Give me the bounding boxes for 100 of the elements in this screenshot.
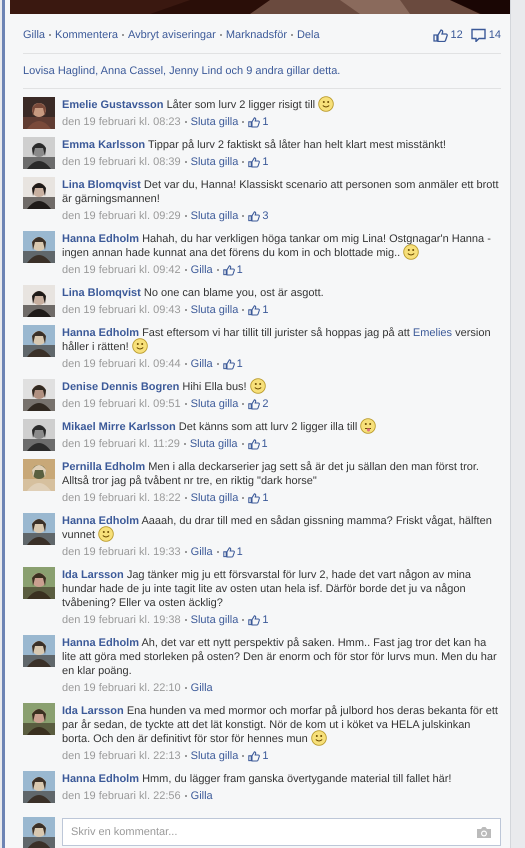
like-count: 1 [262, 749, 268, 763]
smiley-icon [132, 338, 148, 354]
timestamp: den 19 februari kl. 18:22 [62, 491, 181, 505]
timestamp: den 19 februari kl. 09:43 [62, 303, 181, 317]
action-link[interactable]: Gilla [23, 29, 46, 41]
timestamp: den 19 februari kl. 22:56 [62, 789, 181, 803]
timestamp: den 19 februari kl. 09:29 [62, 209, 181, 223]
comment-text: Lina Blomqvist No one can blame you, ost är asgott. [62, 286, 325, 300]
comment-text: Hanna Edholm Hmm, du lägger fram ganska övertygande material till fallet här! [62, 772, 452, 786]
like-icon [248, 398, 260, 410]
action-link[interactable]: Marknadsför [226, 29, 287, 41]
author-name[interactable]: Hanna Edholm [62, 637, 140, 649]
like-count: 2 [262, 397, 268, 411]
comment-text: Pernilla Edholm Men i alla deckarserier jag sett så är det ju sällan den man först tror. Alltså tror jag på tvåbent nr tre, en riktig "dark horse" [62, 460, 480, 488]
like-link[interactable]: Sluta gilla [190, 115, 238, 129]
like-icon [248, 614, 260, 626]
like-link[interactable]: Gilla [190, 357, 213, 371]
like-link[interactable]: Gilla [190, 789, 213, 803]
like-count: 1 [262, 115, 268, 129]
comment-text: Ida Larsson Ena hunden va med mormor och morfar på julbord hos deras bekanta för ett par år sedan, de tyckte att det lät konstigt. Nör de kom ut i köket va HELA julskinkan borta. Och den är definitivt för stor för hennes mun [62, 704, 499, 746]
comment-text: Hanna Edholm Aaaah, du drar till med en sådan gissning mamma? Friskt vågat, hälften vunnet [62, 514, 493, 542]
author-name[interactable]: Hanna Edholm [62, 515, 140, 527]
like-count: 1 [262, 491, 268, 505]
comment-text: Hanna Edholm Fast eftersom vi har tillit till jurister så hoppas jag på att Emelies version håller i rätten! [62, 326, 492, 354]
author-name[interactable]: Hanna Edholm [62, 773, 140, 785]
smiley-icon [318, 96, 334, 112]
like-icon [222, 546, 235, 558]
author-name[interactable]: Ida Larsson [62, 705, 124, 717]
author-name[interactable]: Ida Larsson [62, 569, 124, 581]
author-name[interactable]: Emelie Gustavsson [62, 99, 164, 111]
comment-text: Emma Karlsson Tippar på lurv 2 faktiskt så låter han helt klart mest misstänkt! [62, 138, 447, 152]
like-count: 1 [262, 303, 268, 317]
comment-text: Denise Dennis Bogren Hihi Ella bus! [62, 380, 501, 394]
smiley-icon [310, 730, 327, 746]
like-link[interactable]: Sluta gilla [190, 303, 238, 317]
like-count: 1 [236, 357, 243, 371]
timestamp: den 19 februari kl. 09:44 [62, 357, 181, 371]
comment-text: Mikael Mirre Karlsson Det känns som att lurv 2 ligger illa till [62, 420, 501, 434]
camera-icon [476, 826, 492, 839]
like-icon [248, 210, 260, 222]
comment-text: Lina Blomqvist Det var du, Hanna! Klassiskt scenario att personen som anmäler ett brott är gärningsmannen! [62, 178, 500, 206]
like-icon [248, 438, 260, 450]
like-link[interactable]: Gilla [190, 263, 213, 277]
like-link[interactable]: Gilla [190, 681, 213, 695]
action-link[interactable]: Kommentera [55, 29, 118, 41]
like-link[interactable]: Sluta gilla [190, 397, 238, 411]
author-name[interactable]: Denise Dennis Bogren [62, 381, 180, 393]
author-name[interactable]: Hanna Edholm [62, 327, 140, 339]
like-icon [248, 156, 260, 168]
author-name[interactable]: Mikael Mirre Karlsson [62, 421, 176, 433]
author-name[interactable]: Lina Blomqvist [62, 287, 141, 299]
like-icon [222, 358, 235, 370]
author-name[interactable]: Hanna Edholm [62, 233, 140, 245]
like-link[interactable]: Sluta gilla [190, 209, 238, 223]
like-icon [248, 304, 260, 316]
like-link[interactable]: Sluta gilla [190, 613, 238, 627]
like-icon [432, 28, 448, 42]
comment-text: Emelie Gustavsson Låter som lurv 2 ligger risigt till [62, 98, 501, 112]
like-count: 3 [262, 209, 268, 223]
comment-input[interactable]: Skriv en kommentar... [62, 818, 501, 846]
action-link[interactable]: Dela [296, 29, 320, 41]
comment-count: 14 [488, 29, 501, 41]
like-icon [222, 264, 235, 276]
smiley-icon [403, 244, 420, 260]
timestamp: den 19 februari kl. 08:39 [62, 155, 181, 169]
comment-text: Ida Larsson Jag tänker mig ju ett försvarstal för lurv 2, hade det vart någon av mina hundar hade de ju inte tagit lite av osten utan hela isf. Därför borde det ju va någon tvåbening? Eller va osten äcklig? [62, 568, 472, 610]
timestamp: den 19 februari kl. 22:10 [62, 681, 181, 695]
like-count: 1 [262, 437, 268, 451]
timestamp: den 19 februari kl. 08:23 [62, 115, 181, 129]
author-name[interactable]: Lina Blomqvist [62, 179, 141, 191]
timestamp: den 19 februari kl. 09:42 [62, 263, 181, 277]
like-icon [248, 750, 260, 762]
like-count: 1 [236, 545, 243, 559]
like-link[interactable]: Sluta gilla [190, 491, 238, 505]
like-link[interactable]: Sluta gilla [190, 437, 238, 451]
like-link[interactable]: Sluta gilla [190, 155, 238, 169]
timestamp: den 19 februari kl. 19:38 [62, 613, 181, 627]
smiley-icon [250, 378, 266, 394]
comment-icon [470, 28, 486, 42]
like-count: 1 [262, 613, 268, 627]
timestamp: den 19 februari kl. 19:33 [62, 545, 181, 559]
timestamp: den 19 februari kl. 09:51 [62, 397, 181, 411]
like-count: 1 [262, 155, 268, 169]
author-name[interactable]: Emma Karlsson [62, 139, 146, 151]
comment-text: Hanna Edholm Hahah, du har verkligen höga tankar om mig Lina! Ostgnagar'n Hanna - ingen annan hade kunnat ana det förens du kom in och blottade mig.. [62, 232, 492, 260]
timestamp: den 19 februari kl. 11:29 [62, 437, 180, 451]
likes-summary[interactable]: Lovisa Haglind, Anna Cassel, Jenny Lind och 9 andra gillar detta. [23, 64, 501, 78]
like-count: 1 [236, 263, 243, 277]
timestamp: den 19 februari kl. 22:13 [62, 749, 181, 763]
author-name[interactable]: Pernilla Edholm [62, 461, 146, 473]
like-icon [248, 116, 260, 128]
like-count: 12 [450, 29, 463, 41]
like-icon [248, 492, 260, 504]
like-link[interactable]: Gilla [190, 545, 213, 559]
smiley-icon [98, 526, 114, 542]
mention-link[interactable]: Emelies [412, 327, 452, 339]
comment-text: Hanna Edholm Ah, det var ett nytt perspektiv på saken. Hmm.. Fast jag tror det kan ha lite att göra med storleken på osten? Den är enorm och för stor för lurvs mun. Men du har en klar poäng. [62, 636, 498, 678]
action-link[interactable]: Avbryt aviseringar [128, 29, 216, 41]
tongue-smiley-icon [360, 418, 376, 434]
like-link[interactable]: Sluta gilla [190, 749, 238, 763]
